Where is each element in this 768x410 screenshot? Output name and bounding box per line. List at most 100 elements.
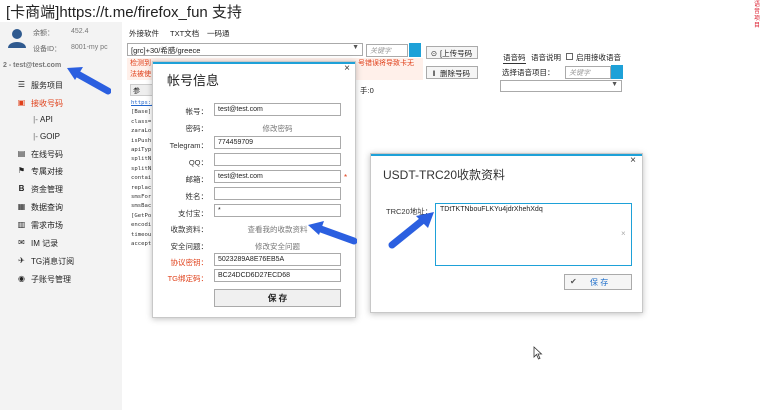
- numbers-icon: ▣: [17, 98, 26, 107]
- sidebar-item-label: GOIP: [40, 132, 61, 141]
- funds-icon: B: [18, 184, 25, 193]
- window-title: [卡商端]https://t.me/firefox_fun 支持: [6, 1, 242, 22]
- arrow-annotation-icon: [67, 67, 111, 95]
- clear-icon[interactable]: ×: [621, 229, 626, 238]
- upload-label: [上传号码: [440, 49, 473, 58]
- account-label: 帐号：: [185, 107, 209, 116]
- email-label: 邮箱：: [185, 175, 209, 184]
- param-tab[interactable]: 参: [130, 84, 153, 96]
- device-row: 设备ID： 8001-my pc: [33, 44, 108, 54]
- mouse-cursor-icon: [533, 346, 543, 360]
- device-value: 8001-my pc: [71, 44, 108, 51]
- alipay-field[interactable]: *: [214, 204, 341, 217]
- device-label: 设备ID：: [33, 46, 61, 53]
- sidebar-item-funds[interactable]: B 资金管理: [0, 182, 122, 198]
- menu-one-code[interactable]: 一码通: [207, 28, 230, 39]
- balance-row: 余额： 452.4: [33, 28, 89, 38]
- usdt-dialog-title: USDT-TRC20收款资料: [383, 168, 506, 182]
- delete-label: 删除号码: [440, 69, 470, 78]
- telegram-field[interactable]: 774459709: [214, 136, 341, 149]
- sidebar-item-api[interactable]: |- API: [0, 113, 122, 129]
- payment-info-label: 收款资料：: [170, 225, 209, 234]
- sidebar-item-label: 接收号码: [31, 99, 63, 108]
- tree-branch-icon: |-: [33, 115, 38, 124]
- voice-search-icon[interactable]: [611, 65, 623, 79]
- sidebar-item-label: 专属对接: [31, 167, 63, 176]
- delete-numbers-button[interactable]: ‖ 删除号码: [426, 66, 478, 79]
- chevron-down-icon: ▼: [352, 44, 359, 51]
- arrow-annotation-icon: [388, 212, 434, 249]
- count-text: 手:0: [360, 86, 374, 95]
- sidebar-item-label: API: [40, 115, 53, 124]
- sidebar-item-im-records[interactable]: ✉ IM 记录: [0, 236, 122, 252]
- project-combo[interactable]: [grc]+30/希腊/greece ▼: [127, 43, 363, 56]
- close-icon[interactable]: ×: [630, 155, 636, 166]
- market-icon: ▥: [17, 220, 26, 229]
- usdt-save-label: 保 存: [590, 278, 609, 287]
- sidebar-item-dedicated-docking[interactable]: ⚑ 专属对接: [0, 164, 122, 180]
- trc20-address-input[interactable]: TDtTKTNbouFLKYu4jdrXhehXdq: [435, 203, 632, 266]
- tab-voice-help[interactable]: 语音说明: [531, 52, 561, 63]
- warning-text-2: 法被使: [130, 71, 151, 78]
- dialog-title: 帐号信息: [167, 73, 220, 88]
- name-field[interactable]: [214, 187, 341, 200]
- change-password-link[interactable]: 修改密码: [214, 123, 341, 134]
- balance-value: 452.4: [71, 28, 89, 35]
- account-email: 2 - test@test.com: [3, 62, 62, 69]
- arrow-annotation-icon: [308, 221, 357, 245]
- title-app-name: [卡商端]: [6, 4, 60, 21]
- enable-voice-checkbox[interactable]: [566, 53, 573, 60]
- menu-txt-docs[interactable]: TXT文档: [170, 28, 199, 39]
- voice-keyword-input[interactable]: 关键字: [565, 66, 611, 79]
- user-group-icon: ◉: [18, 274, 25, 283]
- sidebar-item-label: 资金管理: [31, 185, 63, 194]
- voice-project-label: 选择语音项目：: [502, 68, 555, 77]
- telegram-label: Telegram：: [169, 141, 208, 150]
- email-field[interactable]: test@test.com: [214, 170, 341, 183]
- close-icon[interactable]: ×: [344, 63, 350, 74]
- menu-external-software[interactable]: 外接软件: [129, 28, 159, 39]
- search-icon[interactable]: [409, 43, 421, 57]
- online-icon: ▤: [17, 149, 26, 158]
- tg-bind-code-field[interactable]: BC24DCD6D27ECD68: [214, 269, 341, 282]
- keyword-input[interactable]: 关键字: [366, 44, 408, 57]
- qq-field[interactable]: [214, 153, 341, 166]
- sidebar-item-sub-accounts[interactable]: ◉ 子账号管理: [0, 272, 122, 288]
- alipay-label: 支付宝：: [178, 209, 208, 218]
- title-support-link: https://t.me/firefox_fun 支持: [59, 4, 242, 21]
- password-label: 密码：: [185, 124, 209, 133]
- tree-branch-icon: |-: [33, 132, 38, 141]
- pause-icon: ‖: [432, 69, 436, 78]
- qq-label: QQ：: [188, 158, 208, 167]
- upload-numbers-button[interactable]: ⊙ [上传号码: [426, 46, 478, 59]
- tab-voice-code[interactable]: 语音码: [503, 52, 526, 64]
- usdt-save-button[interactable]: ✔ 保 存: [564, 274, 632, 290]
- warning-text-1: 检测到: [130, 60, 151, 67]
- sidebar-item-tg-subscription[interactable]: ✈ TG消息订阅: [0, 254, 122, 270]
- warning-text-3: 号错误将导致卡无: [358, 60, 414, 67]
- telegram-icon: ✈: [18, 256, 25, 265]
- protocol-key-label: 协议密钥：: [170, 258, 209, 267]
- sidebar-item-data-query[interactable]: ▦ 数据查询: [0, 200, 122, 216]
- sidebar-item-label: IM 记录: [31, 239, 59, 248]
- sidebar-item-label: 子账号管理: [31, 275, 71, 284]
- dialog-accent-line: [371, 154, 642, 156]
- chevron-down-icon: ▼: [611, 81, 618, 88]
- corner-label: 语音项目: [753, 2, 760, 29]
- sidebar-item-receive-numbers[interactable]: ▣ 接收号码: [0, 96, 122, 112]
- required-marker: *: [344, 173, 348, 182]
- sidebar-item-goip[interactable]: |- GOIP: [0, 130, 122, 146]
- flag-icon: ⚑: [17, 166, 26, 175]
- protocol-key-field[interactable]: 5023289A8E76EB5A: [214, 253, 341, 266]
- save-button[interactable]: 保 存: [214, 289, 341, 307]
- sidebar-item-online-numbers[interactable]: ▤ 在线号码: [0, 147, 122, 163]
- voice-project-select[interactable]: ▼: [500, 80, 622, 92]
- title-bar: [卡商端]https://t.me/firefox_fun 支持 语音项目: [0, 0, 768, 29]
- sidebar-item-label: TG消息订阅: [31, 257, 75, 266]
- security-question-label: 安全问题：: [170, 242, 209, 251]
- sidebar-item-label: 数据查询: [31, 203, 63, 212]
- sidebar-item-demand-market[interactable]: ▥ 需求市场: [0, 218, 122, 234]
- user-avatar-icon: [8, 29, 26, 48]
- account-field[interactable]: test@test.com: [214, 103, 341, 116]
- sidebar-item-label: 需求市场: [31, 221, 63, 230]
